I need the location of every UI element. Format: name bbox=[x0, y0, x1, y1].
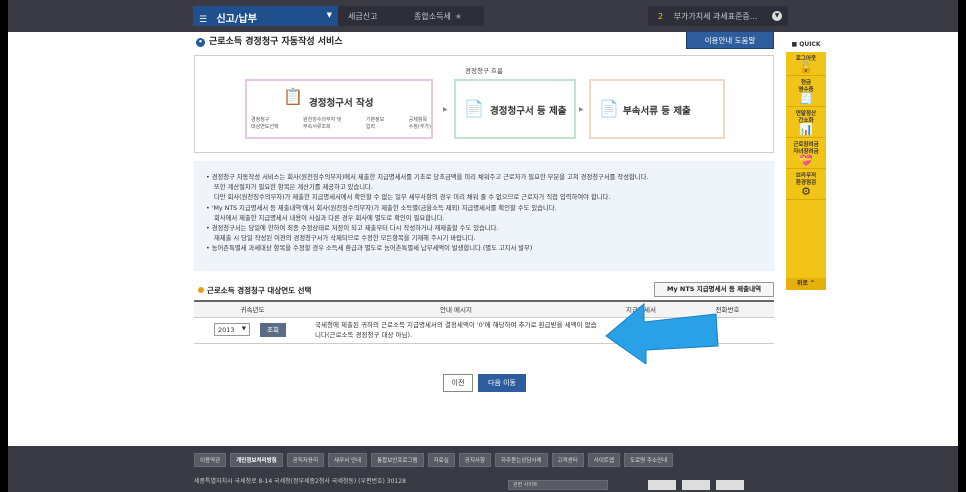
flow-step-label: 경정청구서 등 제출 bbox=[490, 106, 567, 117]
footer-link[interactable]: 도로명 주소안내 bbox=[624, 453, 674, 467]
badge-icon bbox=[716, 480, 744, 490]
flow-step-submit: 📄 경정청구서 등 제출 bbox=[454, 79, 576, 139]
flow-substep: 원천징수의무자 및 부속서류조회 bbox=[303, 117, 342, 130]
chart-icon: 📊 bbox=[799, 123, 813, 136]
quick-menu-sidebar: ■ QUICK 로그아웃 🔓 현금 영수증 🧾 연말정산 간소화 📊 근로장려금 자녀장려금… bbox=[786, 38, 826, 290]
flow-title: 경정청구 흐름 bbox=[465, 67, 503, 75]
year-select-value: 2013 bbox=[218, 326, 235, 334]
footer-link[interactable]: 자주묻는상담사례 bbox=[495, 453, 548, 467]
badge-icon bbox=[682, 480, 710, 490]
arrow-right-icon: ▶ bbox=[443, 106, 448, 113]
process-flow-panel: 경정청구 흐름 📋 경정청구서 작성 경정청구 대상연도선택 원천징수의무자 및부… bbox=[194, 55, 774, 153]
breadcrumb-label: 세금신고 bbox=[348, 12, 378, 21]
bullet-dot-icon bbox=[198, 287, 204, 293]
help-button[interactable]: 이용안내 도움말 bbox=[686, 31, 774, 49]
footer-link[interactable]: 공직자윤리 bbox=[286, 453, 325, 467]
flow-step-label: 부속서류 등 제출 bbox=[623, 106, 691, 117]
related-sites-select[interactable]: 관련 사이트 bbox=[508, 480, 608, 490]
footer-link[interactable]: 사이트맵 bbox=[587, 453, 621, 467]
heart-icon: 💝 bbox=[799, 154, 813, 167]
clipboard-icon: 📋 bbox=[283, 87, 303, 106]
flow-substep: 경정청구 대상연도선택 bbox=[251, 117, 279, 130]
quick-item-logout[interactable]: 로그아웃 🔓 bbox=[786, 52, 826, 76]
info-line: 회사에서 제출한 지급명세서 내용이 사실과 다른 경우 회사에 별도로 확인이… bbox=[214, 214, 445, 222]
info-line: • 'My NTS 지급명세서 등 제출내역'에서 회사(원천징수의무자)가 제… bbox=[206, 204, 557, 212]
scroll-top-button[interactable]: 위로 ^ bbox=[786, 278, 826, 290]
section-title-text: 근로소득 경정청구 대상연도 선택 bbox=[207, 286, 312, 295]
chevron-down-icon[interactable]: ▼ bbox=[772, 11, 782, 21]
document-icon: 📄 bbox=[599, 99, 619, 118]
badge-icon bbox=[648, 480, 676, 490]
footer-link[interactable]: 개인정보처리방침 bbox=[230, 453, 283, 467]
flow-substep: 공제항목 수정(추가) bbox=[408, 117, 431, 130]
quick-item-browser-check[interactable]: 브라우저 환경점검 ⚙ bbox=[786, 169, 826, 200]
top-navigation: ☰ 신고/납부 ▼ 세금신고 종합소득세 ★ 2 부가가치세 과세표준증... ▼ bbox=[8, 0, 958, 32]
info-line: • 경정청구 자동작성 서비스는 회사(원천징수의무자)에서 제출한 지급명세서… bbox=[206, 174, 649, 181]
notice-text: 부가가치세 과세표준증... bbox=[673, 12, 758, 21]
breadcrumb-label: 종합소득세 bbox=[414, 12, 451, 21]
footer-link[interactable]: 자료실 bbox=[427, 453, 455, 467]
footer-link[interactable]: 공지사항 bbox=[458, 453, 492, 467]
quick-item-year-end[interactable]: 연말정산 간소화 📊 bbox=[786, 107, 826, 138]
notice-number: 2 bbox=[658, 12, 664, 21]
flow-step-attachments: 📄 부속서류 등 제출 bbox=[589, 79, 725, 139]
quick-item-cash-receipt[interactable]: 현금 영수증 🧾 bbox=[786, 76, 826, 107]
footer-link[interactable]: 통합보안프로그램 bbox=[371, 453, 424, 467]
footer: 이용약관 개인정보처리방침 공직자윤리 세무서 안내 통합보안프로그램 자료실 … bbox=[8, 446, 958, 492]
info-notice-box: • 경정청구 자동작성 서비스는 회사(원천징수의무자)에서 제출한 지급명세서… bbox=[194, 161, 774, 271]
flow-step-write: 📋 경정청구서 작성 경정청구 대상연도선택 원천징수의무자 및 부속서류조회 기본… bbox=[245, 79, 433, 139]
footer-links: 이용약관 개인정보처리방침 공직자윤리 세무서 안내 통합보안프로그램 자료실 … bbox=[194, 453, 674, 467]
unlock-icon: 🔓 bbox=[799, 61, 813, 74]
chevron-down-icon: ▼ bbox=[326, 11, 332, 19]
footer-link[interactable]: 세무서 안내 bbox=[328, 453, 368, 467]
caret-down-icon: ▼ bbox=[241, 326, 246, 332]
receipt-icon: 🧾 bbox=[799, 92, 813, 105]
query-button[interactable]: 조회 bbox=[260, 323, 286, 337]
annotation-arrow-icon bbox=[605, 302, 719, 364]
column-header-message: 안내 메시지 bbox=[311, 300, 601, 318]
page-title: • 근로소득 경정청구 자동작성 서비스 bbox=[196, 34, 343, 47]
info-line: 재제출 시 당일 작성된 이전의 경정청구서가 삭제되므로 수정한 모든항목을 … bbox=[214, 235, 476, 243]
star-icon[interactable]: ★ bbox=[455, 12, 462, 21]
page-title-text: 근로소득 경정청구 자동작성 서비스 bbox=[209, 37, 343, 47]
flow-step-label: 경정청구서 작성 bbox=[309, 98, 374, 109]
bullet-circle-icon: • bbox=[196, 38, 205, 47]
hamburger-icon: ☰ bbox=[199, 15, 208, 25]
footer-link[interactable]: 이용약관 bbox=[194, 453, 227, 467]
info-line: • 경정청구서는 당일에 한하여 최종 수정상태로 저장이 되고 제출부터 다시… bbox=[206, 225, 499, 233]
certification-badges bbox=[648, 480, 744, 490]
column-header-year: 귀속년도 bbox=[194, 300, 311, 318]
year-cell: 2013 ▼ 조회 bbox=[194, 317, 311, 344]
flow-substeps: 경정청구 대상연도선택 원천징수의무자 및 부속서류조회 기본정보 입력 공제항목 수정… bbox=[251, 117, 431, 131]
quick-item-incentive[interactable]: 근로장려금 자녀장려금 💝 bbox=[786, 138, 826, 169]
section-title: 근로소득 경정청구 대상연도 선택 bbox=[198, 285, 311, 296]
quick-menu-title: ■ QUICK bbox=[786, 38, 826, 52]
info-line: 다만 회사(원천징수의무자)가 제출한 지급명세서에서 확인할 수 없는 일부 … bbox=[214, 194, 611, 202]
arrow-right-icon: ▶ bbox=[579, 106, 584, 113]
previous-button[interactable]: 이전 bbox=[443, 374, 473, 392]
year-select[interactable]: 2013 ▼ bbox=[214, 323, 250, 336]
footer-address: 세종특별자치시 국세청로 8-14 국세청(정부세종2청사 국세청동) (우편번… bbox=[194, 478, 406, 485]
page-frame: ☰ 신고/납부 ▼ 세금신고 종합소득세 ★ 2 부가가치세 과세표준증... ▼… bbox=[8, 0, 958, 492]
breadcrumb-1[interactable]: 세금신고 bbox=[338, 6, 404, 26]
main-menu-button[interactable]: ☰ 신고/납부 ▼ bbox=[193, 6, 338, 26]
gear-icon: ⚙ bbox=[801, 185, 811, 198]
next-button[interactable]: 다음 이동 bbox=[478, 374, 526, 392]
main-menu-label: 신고/납부 bbox=[216, 14, 257, 25]
breadcrumb-2[interactable]: 종합소득세 ★ bbox=[404, 6, 484, 26]
footer-link[interactable]: 고객센터 bbox=[551, 453, 584, 467]
my-nts-submission-button[interactable]: My NTS 지급명세서 등 제출내역 bbox=[654, 282, 774, 297]
guide-message-cell: 국세청에 제출된 귀하의 근로소득 지급명세서의 결정세액이 '0'에 해당하여… bbox=[311, 317, 601, 344]
info-line: • 농어촌특별세 과세대상 항목을 수정할 경우 소득세 환급과 별도로 농어촌… bbox=[206, 245, 533, 253]
info-line: 또한 계산절차가 필요한 항목은 계산기를 제공하고 있습니다. bbox=[214, 184, 373, 192]
document-icon: 📄 bbox=[464, 99, 484, 118]
flow-substep: 기본정보 입력 bbox=[365, 117, 385, 130]
notice-ticker[interactable]: 2 부가가치세 과세표준증... ▼ bbox=[648, 6, 788, 26]
